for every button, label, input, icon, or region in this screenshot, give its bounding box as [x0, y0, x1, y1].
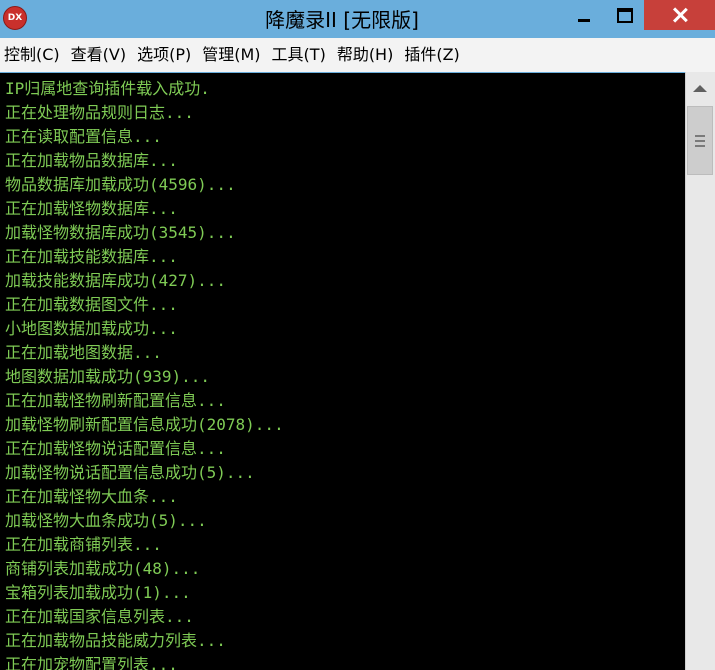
console-line: 小地图数据加载成功... — [5, 319, 178, 338]
scroll-up-button[interactable] — [687, 75, 713, 101]
maximize-button[interactable] — [606, 0, 644, 30]
console-line: 正在加载怪物数据库... — [5, 199, 178, 218]
console-line: 加载怪物数据库成功(3545)... — [5, 223, 236, 242]
console-line: 正在加载怪物说话配置信息... — [5, 439, 226, 458]
menu-control[interactable]: 控制(C) — [4, 38, 66, 72]
console-line: 正在加载数据图文件... — [5, 295, 178, 314]
grip-icon — [695, 144, 705, 147]
console-line: 加载怪物刷新配置信息成功(2078)... — [5, 415, 284, 434]
console-line: 正在加载商铺列表... — [5, 535, 162, 554]
console-line: 正在加载国家信息列表... — [5, 607, 194, 626]
console-line: 地图数据加载成功(939)... — [5, 367, 211, 386]
console-line: 正在加载技能数据库... — [5, 247, 178, 266]
vertical-scrollbar[interactable] — [685, 72, 715, 670]
console-log-list: IP归属地查询插件载入成功. 正在处理物品规则日志... 正在读取配置信息... 正在… — [5, 77, 284, 670]
maximize-icon — [617, 7, 633, 23]
console-line: 正在处理物品规则日志... — [5, 103, 194, 122]
menu-bar: 控制(C) 查看(V) 选项(P) 管理(M) 工具(T) 帮助(H) 插件(Z… — [4, 38, 715, 72]
console-line: 正在加宠物配置列表... — [5, 655, 178, 670]
grip-icon — [695, 134, 705, 137]
console-line: 加载怪物说话配置信息成功(5)... — [5, 463, 255, 482]
console-line: IP归属地查询插件载入成功. — [5, 79, 210, 98]
console-line: 宝箱列表加载成功(1)... — [5, 583, 191, 602]
console-line: 正在加载地图数据... — [5, 343, 162, 362]
console-line: 正在加载物品数据库... — [5, 151, 178, 170]
minimize-button[interactable] — [562, 0, 606, 30]
console-line: 正在加载怪物大血条... — [5, 487, 178, 506]
menu-tools[interactable]: 工具(T) — [267, 38, 332, 72]
console-line: 加载技能数据库成功(427)... — [5, 271, 227, 290]
menu-plugins[interactable]: 插件(Z) — [399, 38, 465, 72]
console-line: 正在读取配置信息... — [5, 127, 162, 146]
console-line: 正在加载怪物刷新配置信息... — [5, 391, 226, 410]
menu-view[interactable]: 查看(V) — [66, 38, 132, 72]
console-output[interactable]: IP归属地查询插件载入成功. 正在处理物品规则日志... 正在读取配置信息... 正在… — [0, 72, 685, 670]
chevron-up-icon — [693, 84, 707, 92]
close-button[interactable] — [644, 0, 715, 30]
app-window: DX 降魔录II [无限版] 控制(C) 查看(V) 选项(P) 管理(M) 工… — [0, 0, 715, 670]
scroll-thumb[interactable] — [687, 106, 713, 175]
console-line: 加载怪物大血条成功(5)... — [5, 511, 207, 530]
menu-manage[interactable]: 管理(M) — [197, 38, 266, 72]
menu-help[interactable]: 帮助(H) — [332, 38, 400, 72]
console-line: 商铺列表加载成功(48)... — [5, 559, 201, 578]
console-line: 正在加载物品技能威力列表... — [5, 631, 226, 650]
console-line: 物品数据库加载成功(4596)... — [5, 175, 236, 194]
menu-options[interactable]: 选项(P) — [132, 38, 197, 72]
grip-icon — [695, 139, 705, 142]
close-icon — [672, 7, 688, 23]
minimize-icon — [578, 18, 590, 22]
